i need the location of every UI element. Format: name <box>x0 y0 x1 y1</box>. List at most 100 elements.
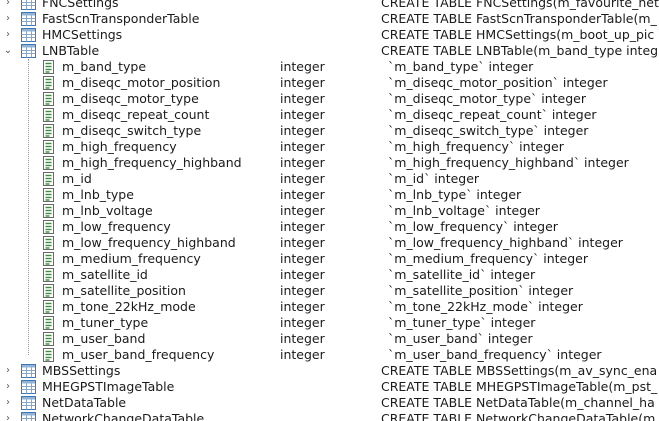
column-schema: `m_diseqc_motor_position` integer <box>388 75 608 90</box>
column-icon <box>41 172 56 186</box>
column-row[interactable]: m_diseqc_motor_type integer `m_diseqc_moto… <box>0 91 659 107</box>
table-icon <box>21 44 36 58</box>
table-name: NetworkChangeDataTable <box>42 411 205 421</box>
column-icon <box>41 124 56 138</box>
column-row[interactable]: m_id integer `m_id` integer <box>0 171 659 187</box>
schema-tree: › FNCSettings CREATE TABLE FNCSettings(m_f… <box>0 0 659 421</box>
column-row[interactable]: m_tone_22kHz_mode integer `m_tone_22kHz_mo… <box>0 299 659 315</box>
column-name: m_tuner_type <box>62 315 149 330</box>
column-type: integer <box>280 347 325 362</box>
column-row[interactable]: m_diseqc_repeat_count integer `m_diseqc_re… <box>0 107 659 123</box>
column-type: integer <box>280 251 325 266</box>
column-schema: `m_low_frequency_highband` integer <box>388 235 623 250</box>
table-schema: CREATE TABLE NetworkChangeDataTable(m_ <box>381 411 659 421</box>
table-row[interactable]: › NetworkChangeDataTable CREATE TABLE Netw… <box>0 411 659 421</box>
column-type: integer <box>280 283 325 298</box>
column-icon <box>41 236 56 250</box>
column-type: integer <box>280 107 325 122</box>
table-icon <box>21 380 36 394</box>
column-row[interactable]: m_lnb_voltage integer `m_lnb_voltage` inte… <box>0 203 659 219</box>
column-name: m_tone_22kHz_mode <box>62 299 196 314</box>
column-type: integer <box>280 155 325 170</box>
expand-arrow-icon[interactable]: › <box>3 27 13 43</box>
table-icon <box>21 364 36 378</box>
column-icon <box>41 252 56 266</box>
column-icon <box>41 156 56 170</box>
table-name: FastScnTransponderTable <box>42 11 200 26</box>
expand-arrow-icon[interactable]: › <box>3 379 13 395</box>
table-icon <box>21 12 36 26</box>
column-name: m_high_frequency <box>62 139 177 154</box>
column-row[interactable]: m_medium_frequency integer `m_medium_frequ… <box>0 251 659 267</box>
column-type: integer <box>280 267 325 282</box>
table-row[interactable]: › FastScnTransponderTable CREATE TABLE Fas… <box>0 11 659 27</box>
table-row[interactable]: › MHEGPSTImageTable CREATE TABLE MHEGPSTIm… <box>0 379 659 395</box>
table-icon <box>21 28 36 42</box>
column-row[interactable]: m_low_frequency_highband integer `m_low_fr… <box>0 235 659 251</box>
column-icon <box>41 268 56 282</box>
table-schema: CREATE TABLE NetDataTable(m_channel_ha <box>381 395 655 410</box>
column-icon <box>41 92 56 106</box>
column-type: integer <box>280 91 325 106</box>
table-row[interactable]: › HMCSettings CREATE TABLE HMCSettings(m_b… <box>0 27 659 43</box>
column-icon <box>41 140 56 154</box>
column-type: integer <box>280 187 325 202</box>
column-row[interactable]: m_band_type integer `m_band_type` integer <box>0 59 659 75</box>
table-row[interactable]: › FNCSettings CREATE TABLE FNCSettings(m_f… <box>0 0 659 11</box>
table-name: LNBTable <box>42 43 100 58</box>
expand-arrow-icon[interactable]: › <box>3 363 13 379</box>
column-row[interactable]: m_diseqc_switch_type integer `m_diseqc_swi… <box>0 123 659 139</box>
column-row[interactable]: m_user_band integer `m_user_band` integer <box>0 331 659 347</box>
column-name: m_diseqc_repeat_count <box>62 107 210 122</box>
column-row[interactable]: m_tuner_type integer `m_tuner_type` intege… <box>0 315 659 331</box>
column-icon <box>41 332 56 346</box>
column-row[interactable]: m_diseqc_motor_position integer `m_diseqc_… <box>0 75 659 91</box>
table-row[interactable]: › NetDataTable CREATE TABLE NetDataTable(m… <box>0 395 659 411</box>
column-row[interactable]: m_low_frequency integer `m_low_frequency` … <box>0 219 659 235</box>
column-row[interactable]: m_satellite_id integer `m_satellite_id` in… <box>0 267 659 283</box>
column-type: integer <box>280 139 325 154</box>
column-name: m_user_band <box>62 331 146 346</box>
table-row[interactable]: › MBSSettings CREATE TABLE MBSSettings(m_a… <box>0 363 659 379</box>
expand-arrow-icon[interactable]: › <box>3 411 13 421</box>
column-row[interactable]: m_high_frequency_highband integer `m_high_… <box>0 155 659 171</box>
expand-arrow-icon[interactable]: › <box>3 11 13 27</box>
table-schema: CREATE TABLE FNCSettings(m_favourite_net <box>381 0 659 10</box>
column-row[interactable]: m_satellite_position integer `m_satellite_… <box>0 283 659 299</box>
column-schema: `m_satellite_position` integer <box>388 283 574 298</box>
table-icon <box>21 0 36 10</box>
tree-guide-line <box>28 59 29 355</box>
column-icon <box>41 188 56 202</box>
column-schema: `m_low_frequency` integer <box>388 219 558 234</box>
column-icon <box>41 300 56 314</box>
column-name: m_lnb_type <box>62 187 134 202</box>
table-row[interactable]: ⌄ LNBTable CREATE TABLE LNBTable(m_band_ty… <box>0 43 659 59</box>
column-schema: `m_high_frequency_highband` integer <box>388 155 629 170</box>
column-row[interactable]: m_lnb_type integer `m_lnb_type` integer <box>0 187 659 203</box>
column-schema: `m_lnb_type` integer <box>388 187 522 202</box>
table-schema: CREATE TABLE MBSSettings(m_av_sync_ena <box>381 363 658 378</box>
column-schema: `m_high_frequency` integer <box>388 139 564 154</box>
column-type: integer <box>280 75 325 90</box>
column-type: integer <box>280 59 325 74</box>
expand-arrow-icon[interactable]: › <box>3 395 13 411</box>
column-type: integer <box>280 123 325 138</box>
table-schema: CREATE TABLE HMCSettings(m_boot_up_pic <box>381 27 655 42</box>
column-name: m_satellite_id <box>62 267 148 282</box>
column-schema: `m_lnb_voltage` integer <box>388 203 540 218</box>
column-icon <box>41 108 56 122</box>
column-name: m_medium_frequency <box>62 251 201 266</box>
column-name: m_satellite_position <box>62 283 186 298</box>
column-name: m_diseqc_motor_position <box>62 75 221 90</box>
column-row[interactable]: m_user_band_frequency integer `m_user_band… <box>0 347 659 363</box>
table-name: HMCSettings <box>42 27 123 42</box>
expand-arrow-icon[interactable]: › <box>3 0 13 11</box>
column-name: m_low_frequency_highband <box>62 235 236 250</box>
collapse-arrow-icon[interactable]: ⌄ <box>3 43 13 59</box>
table-schema: CREATE TABLE FastScnTransponderTable(m_ <box>381 11 657 26</box>
column-name: m_user_band_frequency <box>62 347 215 362</box>
column-schema: `m_user_band` integer <box>388 331 533 346</box>
column-icon <box>41 76 56 90</box>
column-row[interactable]: m_high_frequency integer `m_high_frequency… <box>0 139 659 155</box>
column-name: m_diseqc_switch_type <box>62 123 202 138</box>
